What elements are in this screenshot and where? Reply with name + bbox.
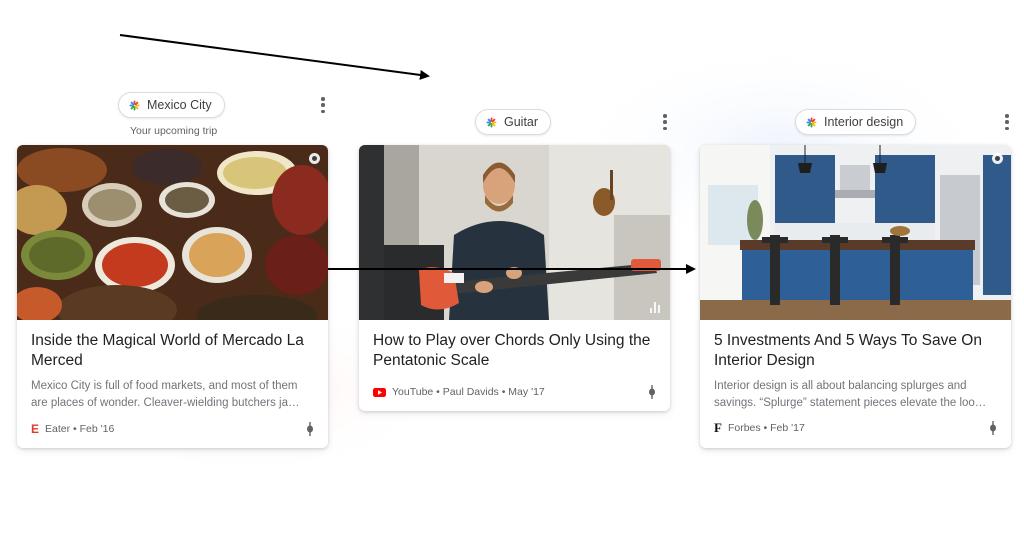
card-snippet: Interior design is all about balancing s… <box>714 380 987 409</box>
arrow-diagonal <box>119 34 430 80</box>
source-logo-letter: F <box>714 420 722 435</box>
card-source-date: Eater • Feb '16 <box>45 423 115 435</box>
chip-label: Guitar <box>504 115 539 129</box>
article-card-interior-design[interactable]: 5 Investments And 5 Ways To Save On Inte… <box>700 145 1011 448</box>
card-image-market <box>17 145 328 320</box>
card-image-kitchen <box>700 145 1011 320</box>
chip-label: Interior design <box>824 115 904 129</box>
article-card-mercado[interactable]: Inside the Magical World of Mercado La M… <box>17 145 328 448</box>
topic-chip-guitar[interactable]: Guitar <box>475 109 552 135</box>
card-source-date: Forbes • Feb '17 <box>727 422 805 434</box>
save-badge-icon[interactable] <box>309 153 320 164</box>
pin-icon[interactable] <box>648 385 656 399</box>
spark-icon <box>129 99 140 111</box>
card-title[interactable]: 5 Investments And 5 Ways To Save On Inte… <box>714 331 997 371</box>
more-options-icon[interactable] <box>658 113 672 131</box>
card-title[interactable]: Inside the Magical World of Mercado La M… <box>31 331 314 371</box>
topic-chip-interior-design[interactable]: Interior design <box>795 109 917 135</box>
chip-label: Mexico City <box>147 98 212 112</box>
save-badge-icon[interactable] <box>992 153 1003 164</box>
youtube-icon <box>373 387 386 397</box>
spark-icon <box>806 116 817 128</box>
card-title[interactable]: How to Play over Chords Only Using the P… <box>373 331 656 371</box>
more-options-icon[interactable] <box>1000 113 1014 131</box>
chip-subtitle: Your upcoming trip <box>130 125 218 137</box>
card-snippet: Mexico City is full of food markets, and… <box>31 380 300 409</box>
more-options-icon[interactable] <box>316 96 330 114</box>
source-logo-letter: E <box>31 422 40 436</box>
article-card-guitar[interactable]: How to Play over Chords Only Using the P… <box>359 145 670 411</box>
forbes-logo-icon: F <box>714 420 722 436</box>
card-source-date: YouTube • Paul Davids • May '17 <box>392 386 545 398</box>
spark-icon <box>486 116 497 128</box>
eater-logo-icon: E <box>31 422 39 436</box>
card-image-guitar-video <box>359 145 670 320</box>
equalizer-icon <box>650 302 662 313</box>
topic-chip-mexico-city[interactable]: Mexico City <box>118 92 225 118</box>
pin-icon[interactable] <box>306 422 314 436</box>
pin-icon[interactable] <box>989 421 997 435</box>
